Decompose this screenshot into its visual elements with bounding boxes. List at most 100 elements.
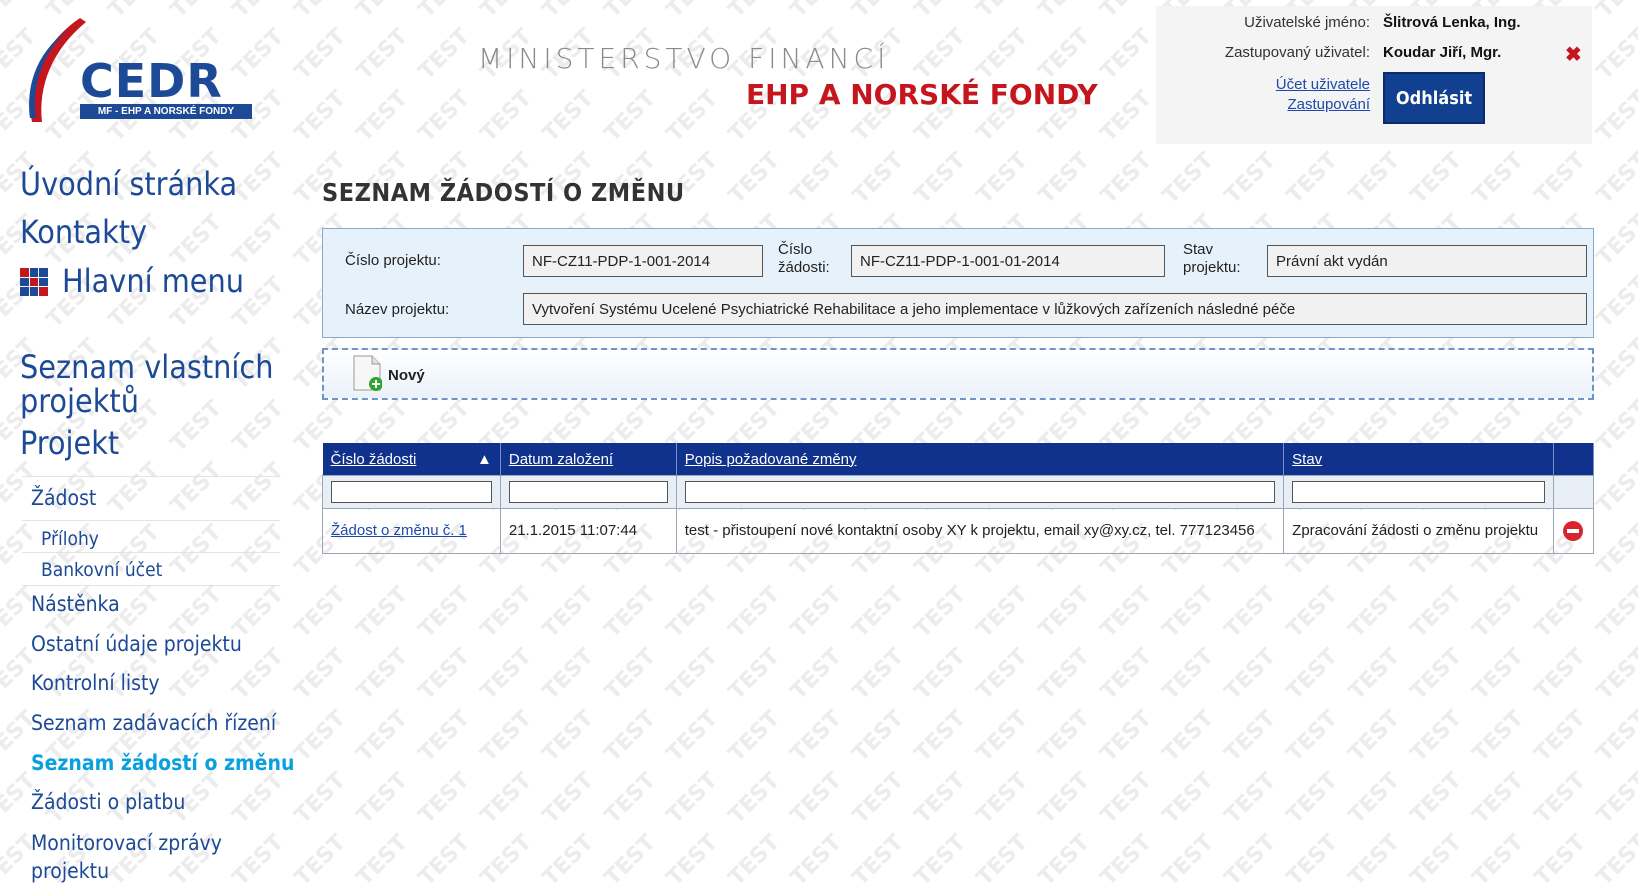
watermark-text: TEST [662,706,723,767]
watermark-text: TEST [1096,148,1157,209]
nav-request[interactable]: Žádost [31,486,96,510]
col-header-date-label[interactable]: Datum založení [509,451,613,468]
request-no-label-line2: žádosti: [778,259,830,276]
col-header-description-label[interactable]: Popis požadované změny [685,451,857,468]
watermark-text: TEST [1592,334,1638,395]
watermark-text: TEST [1530,706,1591,767]
watermark-text: TEST [538,582,599,643]
watermark-text: TEST [538,0,599,23]
delete-icon[interactable] [1563,521,1584,541]
watermark-text: TEST [1034,830,1095,891]
watermark-text: TEST [290,768,351,829]
watermark-text: TEST [352,0,413,23]
page-title: SEZNAM ŽÁDOSTÍ O ZMĚNU [322,178,685,207]
watermark-text: TEST [1158,582,1219,643]
watermark-text: TEST [1096,768,1157,829]
sort-ascending-icon: ▲ [477,450,492,468]
watermark-text: TEST [786,706,847,767]
nav-payment-requests[interactable]: Žádosti o platbu [31,790,185,814]
cedr-logo[interactable]: CEDR MF - EHP A NORSKÉ FONDY [22,14,252,126]
watermark-text: TEST [476,706,537,767]
col-header-number-label[interactable]: Číslo žádosti [331,451,417,468]
watermark-text: TEST [1034,148,1095,209]
watermark-text: TEST [724,830,785,891]
watermark-text: TEST [1592,86,1638,147]
nav-home[interactable]: Úvodní stránka [20,165,237,203]
representation-link[interactable]: Zastupování [1160,96,1370,113]
watermark-text: TEST [972,148,1033,209]
col-header-number[interactable]: Číslo žádosti ▲ [322,443,501,476]
nav-own-projects[interactable]: Seznam vlastních projektů [20,350,273,418]
col-header-date[interactable]: Datum založení [500,443,677,476]
watermark-text: TEST [1282,830,1343,891]
watermark-text: TEST [724,706,785,767]
col-header-status-label[interactable]: Stav [1292,451,1322,468]
account-link[interactable]: Účet uživatele [1160,76,1370,93]
status-label-line1: Stav [1183,241,1214,258]
watermark-text: TEST [910,768,971,829]
filter-status-input[interactable] [1292,481,1545,503]
watermark-text: TEST [1468,582,1529,643]
remove-representation-icon[interactable]: ✖ [1565,42,1582,67]
nav-attachments[interactable]: Přílohy [41,528,99,550]
nav-board[interactable]: Nástěnka [31,592,120,616]
watermark-text: TEST [662,86,723,147]
watermark-text: TEST [848,768,909,829]
watermark-text: TEST [414,706,475,767]
watermark-text: TEST [1592,210,1638,271]
watermark-text: TEST [1592,396,1638,457]
watermark-text: TEST [1406,830,1467,891]
cell-status: Zpracování žádosti o změnu projektu [1283,508,1554,554]
watermark-text: TEST [972,644,1033,705]
watermark-text: TEST [662,644,723,705]
project-no-label: Číslo projektu: [345,252,441,269]
watermark-text: TEST [1220,830,1281,891]
nav-project[interactable]: Projekt [20,424,119,462]
watermark-text: TEST [1468,148,1529,209]
watermark-text: TEST [476,830,537,891]
watermark-text: TEST [1592,830,1638,891]
watermark-text: TEST [1468,644,1529,705]
fund-title: EHP A NORSKÉ FONDY [746,78,1098,111]
watermark-text: TEST [786,148,847,209]
col-header-status[interactable]: Stav [1283,443,1554,476]
filter-number-input[interactable] [331,481,492,503]
nav-bank-account[interactable]: Bankovní účet [41,559,162,581]
watermark-text: TEST [1592,272,1638,333]
watermark-text: TEST [1406,148,1467,209]
watermark-text: TEST [662,830,723,891]
watermark-text: TEST [972,24,1033,85]
watermark-text: TEST [414,644,475,705]
watermark-text: TEST [910,830,971,891]
nav-contacts[interactable]: Kontakty [20,213,147,251]
watermark-text: TEST [1344,644,1405,705]
watermark-text: TEST [724,0,785,23]
watermark-text: TEST [910,148,971,209]
nav-main-menu[interactable]: Hlavní menu [62,262,244,300]
watermark-text: TEST [1592,768,1638,829]
nav-monitoring-line2: projektu [31,859,110,883]
col-header-description[interactable]: Popis požadované změny [676,443,1285,476]
watermark-text: TEST [1096,644,1157,705]
nav-monitoring[interactable]: Monitorovací zprávy projektu [31,829,222,885]
request-link[interactable]: Žádost o změnu č. 1 [331,522,467,539]
nav-change-requests[interactable]: Seznam žádostí o změnu [31,751,294,775]
watermark-text: TEST [166,458,227,519]
watermark-text: TEST [662,582,723,643]
watermark-text: TEST [1096,582,1157,643]
nav-checklists[interactable]: Kontrolní listy [31,671,160,695]
watermark-text: TEST [104,458,165,519]
watermark-text: TEST [724,582,785,643]
watermark-text: TEST [1468,830,1529,891]
watermark-text: TEST [1158,706,1219,767]
filter-description-input[interactable] [684,481,1276,503]
nav-tenders[interactable]: Seznam zadávacích řízení [31,711,276,735]
watermark-text: TEST [1034,644,1095,705]
nav-other-data[interactable]: Ostatní údaje projektu [31,632,242,656]
filter-date-input[interactable] [508,481,668,503]
watermark-text: TEST [1592,582,1638,643]
watermark-text: TEST [1344,582,1405,643]
logout-button[interactable]: Odhlásit [1383,72,1485,124]
watermark-text: TEST [1034,24,1095,85]
new-request-button[interactable]: Nový [352,355,425,391]
